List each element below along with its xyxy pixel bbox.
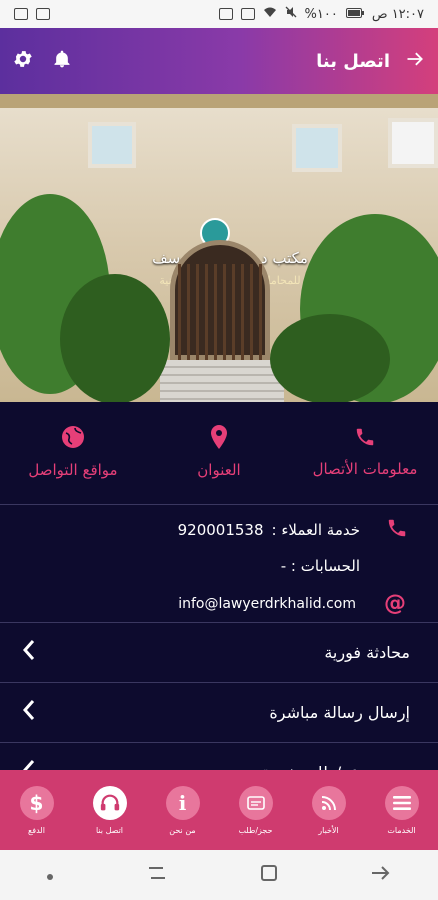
phone-icon <box>354 426 376 452</box>
list-item-send-message[interactable]: إرسال رسالة مباشرة <box>0 682 438 742</box>
battery-icon <box>345 7 364 22</box>
nav-label: الدفع <box>28 825 45 835</box>
contact-tabs: مواقع التواصل العنوان معلومات الأتصال <box>0 402 438 502</box>
building-window <box>88 122 136 168</box>
nav-item-payment[interactable]: $ الدفع <box>0 770 73 850</box>
chevron-left-icon <box>22 639 36 665</box>
tab-label: العنوان <box>197 461 241 479</box>
list-item-label: محادثة فورية <box>324 642 410 662</box>
nav-label: اتصل بنا <box>95 825 124 835</box>
entrance-steps <box>160 360 284 402</box>
battery-text: %١٠٠ <box>304 6 338 22</box>
image-notification-icon <box>14 8 28 20</box>
bell-icon[interactable] <box>52 48 72 74</box>
customer-service-row: خدمة العملاء : 920001538 <box>0 517 438 543</box>
app-bar-title-group: اتصل بنا <box>316 49 426 73</box>
dollar-icon: $ <box>19 785 54 820</box>
building-window <box>388 118 438 168</box>
list-item-instant-chat[interactable]: محادثة فورية <box>0 622 438 682</box>
location-pin-icon <box>210 425 228 453</box>
office-building-photo: مكتب د.خالد أمين يوسف للمحاماة والإستشار… <box>0 94 438 402</box>
phone-icon <box>386 517 408 543</box>
email-link[interactable]: info@lawyerdrkhalid.com <box>178 596 356 612</box>
tab-social-sites[interactable]: مواقع التواصل <box>0 402 146 502</box>
app-bar: اتصل بنا <box>0 28 438 94</box>
nav-label: الخدمات <box>387 825 416 835</box>
globe-icon <box>61 425 85 453</box>
wifi-icon <box>263 6 277 22</box>
system-navigation-bar <box>0 850 438 900</box>
contact-info-panel: خدمة العملاء : 920001538 الحسابات : - @ … <box>0 505 438 620</box>
gallery-notification-icon <box>36 8 50 20</box>
at-sign-icon: @ <box>384 591 406 616</box>
nav-item-booking[interactable]: حجز/طلب <box>219 770 292 850</box>
tab-label: مواقع التواصل <box>28 461 118 479</box>
app-notification-icon <box>218 8 233 20</box>
back-icon[interactable] <box>370 864 392 886</box>
recent-apps-icon[interactable] <box>146 864 168 886</box>
nav-label: الأخبار <box>318 825 339 835</box>
nav-item-services[interactable]: الخدمات <box>365 770 438 850</box>
app-notification-icon-2 <box>240 8 255 20</box>
customer-service-number[interactable]: 920001538 <box>178 521 264 539</box>
building-window <box>292 124 342 172</box>
gate-bars <box>178 264 262 360</box>
customer-service-label: خدمة العملاء : <box>271 521 360 539</box>
list-item-label: إرسال رسالة مباشرة <box>269 702 410 722</box>
bottom-navigation: $ الدفع اتصل بنا i من نحن حجز/طلب الأخبا… <box>0 770 438 850</box>
gear-icon[interactable] <box>12 48 34 74</box>
status-bar: %١٠٠ ١٢:٠٧ ص <box>0 0 438 28</box>
tab-address[interactable]: العنوان <box>146 402 292 502</box>
app-bar-actions <box>12 48 72 74</box>
rss-icon <box>311 785 346 820</box>
clock: ١٢:٠٧ ص <box>371 6 424 22</box>
tab-contact-info[interactable]: معلومات الأتصال <box>292 402 438 502</box>
nav-item-news[interactable]: الأخبار <box>292 770 365 850</box>
chevron-left-icon <box>22 699 36 725</box>
status-right: %١٠٠ ١٢:٠٧ ص <box>218 6 424 22</box>
tab-label: معلومات الأتصال <box>312 460 418 478</box>
back-arrow-icon[interactable] <box>404 49 426 73</box>
nav-label: حجز/طلب <box>238 825 273 835</box>
nav-label: من نحن <box>169 825 196 835</box>
menu-icon <box>384 785 419 820</box>
building-roof <box>0 94 438 108</box>
booking-icon <box>238 785 273 820</box>
email-row: @ info@lawyerdrkhalid.com <box>0 591 438 616</box>
page-title: اتصل بنا <box>316 50 390 72</box>
accounts-row: الحسابات : - <box>0 557 438 575</box>
nav-item-contact-us[interactable]: اتصل بنا <box>73 770 146 850</box>
nav-item-about-us[interactable]: i من نحن <box>146 770 219 850</box>
accounts-label: الحسابات : - <box>280 557 360 575</box>
headset-icon <box>92 785 127 820</box>
home-icon[interactable] <box>260 864 278 886</box>
info-icon: i <box>165 785 200 820</box>
dot-icon[interactable] <box>46 866 54 885</box>
shrub <box>60 274 170 402</box>
shrub <box>270 314 390 402</box>
mute-icon <box>285 6 297 22</box>
status-left <box>14 8 50 20</box>
